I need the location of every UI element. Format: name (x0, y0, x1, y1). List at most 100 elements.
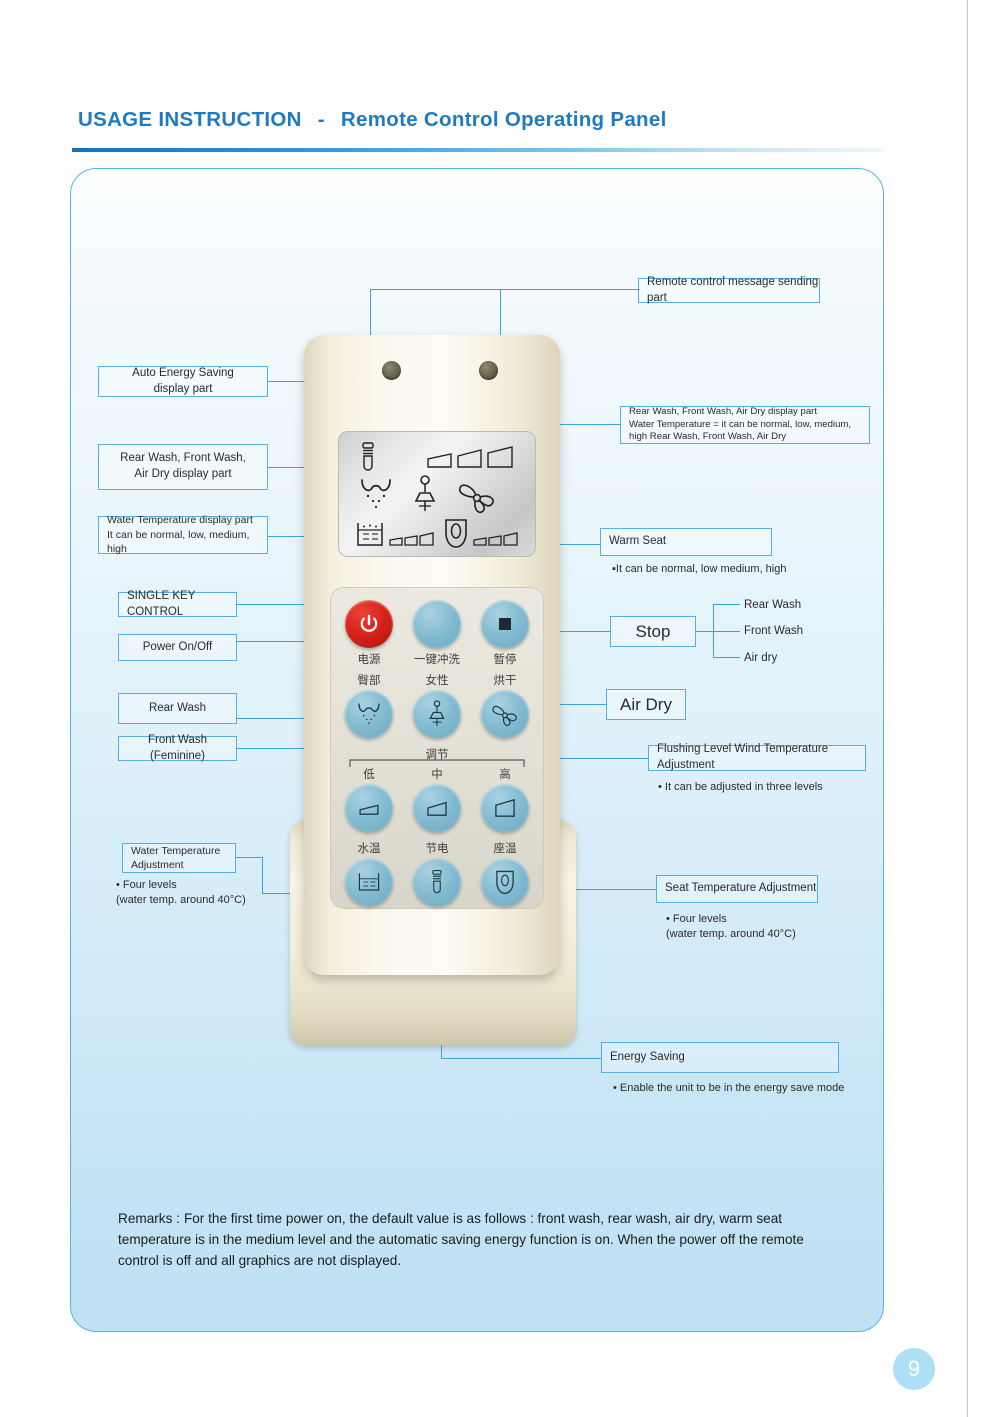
callout-wash-display-text: Rear Wash, Front Wash, Air Dry display p… (120, 452, 246, 480)
callout-power-text: Power On/Off (142, 640, 213, 653)
manual-page: USAGE INSTRUCTION - Remote Control Opera… (0, 0, 1000, 1417)
stop-button[interactable] (481, 600, 529, 648)
callout-energy-saving-text: Energy Saving (610, 1050, 685, 1063)
callout-right-display: Rear Wash, Front Wash, Air Dry display p… (620, 406, 870, 444)
callout-warm-seat-text: Warm Seat (609, 535, 667, 548)
callout-energy-saving: Energy Saving (601, 1042, 839, 1073)
callout-water-temperature-note: • Four levels (water temp. around 40°C) (116, 879, 246, 906)
rear-wash-button[interactable] (345, 690, 393, 738)
remarks-block: Remarks : For the first time power on, th… (118, 1208, 848, 1271)
water-temp-icon (358, 873, 380, 891)
feminine-wash-key-label: 女性 (425, 673, 449, 687)
seat-temperature-key-label: 座温 (493, 841, 517, 855)
callout-seat-temperature-note: • Four levels (water temp. around 40°C) (666, 913, 796, 940)
single-key-control-button[interactable] (413, 600, 461, 648)
header-divider (72, 148, 884, 152)
rear-wash-key-label: 臀部 (357, 673, 381, 687)
remote-body: 电源 一键冲洗 暂停 臀部 女性 烘干 调节 低 中 高 水温 节电 座温 (304, 335, 560, 975)
connector-line (370, 289, 640, 290)
callout-right-display-text: Rear Wash, Front Wash, Air Dry display p… (629, 406, 852, 443)
level-bars-display-icon (427, 446, 513, 468)
callout-water-temperature-display-text: Water Temperature display part It can be… (107, 514, 253, 556)
callout-air-dry: Air Dry (606, 689, 686, 720)
seat-temperature-display-icon (445, 519, 467, 548)
water-temperature-level-bars-icon (389, 532, 434, 546)
remarks-label: Remarks : (118, 1211, 180, 1226)
page-edge-rule (967, 0, 968, 1417)
callout-auto-energy-saving-text: Auto Energy Saving display part (132, 366, 234, 395)
stop-branch-air-dry: Air dry (744, 652, 778, 664)
fan-icon (492, 705, 517, 727)
seat-temperature-button[interactable] (481, 858, 529, 906)
page-title-main: USAGE INSTRUCTION (78, 108, 302, 131)
connector-line (713, 604, 740, 605)
callout-rear-wash-text: Rear Wash (148, 701, 207, 714)
callout-flushing-level-text: Flushing Level Wind Temperature Adjustme… (657, 743, 829, 771)
level-high-button[interactable] (481, 784, 529, 832)
level-low-label: 低 (363, 767, 375, 781)
air-dry-display-icon (458, 484, 494, 514)
callout-water-temperature-display: Water Temperature display part It can be… (98, 514, 268, 556)
power-button[interactable] (345, 600, 393, 648)
page-number-badge: 9 (893, 1348, 935, 1390)
connector-line (713, 604, 714, 658)
energy-save-display-icon (362, 442, 374, 471)
callout-stop-text: Stop (635, 621, 671, 641)
page-title-dash: - (317, 108, 325, 131)
air-dry-key-label: 烘干 (493, 673, 517, 687)
water-temperature-button[interactable] (345, 858, 393, 906)
callout-wash-display: Rear Wash, Front Wash, Air Dry display p… (98, 444, 268, 490)
callout-power: Power On/Off (118, 634, 237, 661)
stop-icon (499, 618, 511, 630)
level-medium-button[interactable] (413, 784, 461, 832)
callout-auto-energy-saving: Auto Energy Saving display part (98, 366, 268, 397)
callout-energy-saving-note: • Enable the unit to be in the energy sa… (613, 1082, 845, 1094)
callout-flushing-level-note: • It can be adjusted in three levels (658, 781, 823, 793)
water-temperature-key-label: 水温 (357, 841, 381, 855)
callout-sender: Remote control message sending part (638, 276, 820, 304)
remote-control-illustration: 电源 一键冲洗 暂停 臀部 女性 烘干 调节 低 中 高 水温 节电 座温 (282, 335, 582, 1045)
connector-line (262, 857, 263, 893)
callout-water-temperature-adjustment-text: Water Temperature Adjustment (131, 844, 221, 871)
callout-front-wash-text: Front Wash (Feminine) (147, 733, 207, 762)
ir-sender-icon (479, 361, 498, 380)
callout-front-wash: Front Wash (Feminine) (118, 734, 237, 762)
air-dry-button[interactable] (481, 690, 529, 738)
connector-line (441, 1058, 601, 1059)
front-wash-feminine-button[interactable] (413, 690, 461, 738)
remote-keypad: 电源 一键冲洗 暂停 臀部 女性 烘干 调节 低 中 高 水温 节电 座温 (330, 587, 544, 909)
callout-warm-seat: Warm Seat (600, 528, 772, 556)
callout-rear-wash: Rear Wash (118, 693, 237, 724)
feminine-wash-display-icon (414, 475, 436, 511)
page-number: 9 (907, 1356, 921, 1381)
callout-warm-seat-note: ▪It can be normal, low medium, high (612, 563, 787, 575)
level-high-label: 高 (499, 767, 511, 781)
callout-single-key-control: SINGLE KEY CONTROL (118, 590, 237, 618)
energy-save-icon (432, 869, 442, 894)
level-medium-icon (427, 801, 447, 816)
level-high-icon (495, 798, 515, 817)
water-temperature-display-icon (357, 523, 383, 546)
rear-wash-icon (358, 703, 380, 724)
feminine-icon (429, 700, 445, 726)
page-header: USAGE INSTRUCTION - Remote Control Opera… (78, 108, 778, 142)
level-low-button[interactable] (345, 784, 393, 832)
callout-water-temperature-adjustment: Water Temperature Adjustment (122, 843, 236, 873)
ir-sender-icon (382, 361, 401, 380)
stop-key-label: 暂停 (493, 652, 517, 666)
page-title-sub: Remote Control Operating Panel (340, 108, 667, 131)
callout-single-key-control-text: SINGLE KEY CONTROL (127, 589, 196, 618)
power-key-label: 电源 (357, 652, 381, 666)
energy-saving-button[interactable] (413, 858, 461, 906)
connector-line (236, 857, 262, 858)
page-title: USAGE INSTRUCTION - Remote Control Opera… (78, 108, 778, 132)
level-medium-label: 中 (431, 767, 443, 781)
callout-flushing-level: Flushing Level Wind Temperature Adjustme… (648, 743, 866, 771)
power-icon (360, 614, 378, 632)
callout-sender-text: Remote control message sending part (647, 275, 819, 304)
callout-stop: Stop (610, 616, 696, 647)
callout-seat-temperature-adjustment: Seat Temperature Adjustment (656, 875, 818, 903)
stop-branch-rear-wash: Rear Wash (744, 599, 802, 611)
rear-wash-display-icon (361, 479, 391, 509)
level-low-icon (359, 804, 379, 815)
